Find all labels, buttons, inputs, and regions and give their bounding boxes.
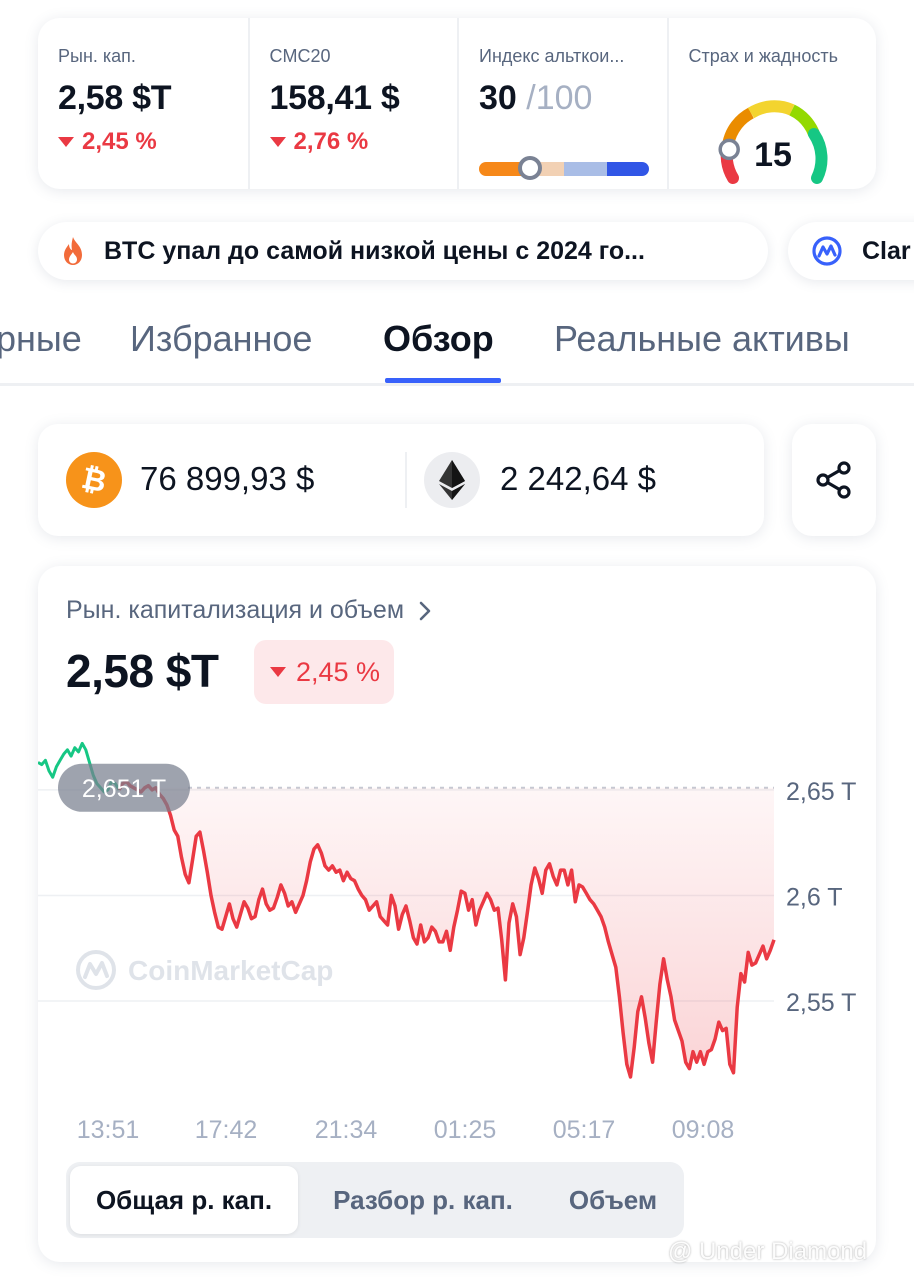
btc-price[interactable]: 76 899,93 $ (140, 460, 314, 498)
tab-partial[interactable]: рные (0, 318, 82, 360)
market-cap-change: 2,45 % (58, 128, 248, 156)
x-tick-label: 17:42 (195, 1116, 258, 1144)
coinmarketcap-icon (812, 236, 842, 266)
market-stats-card: Рын. кап. 2,58 $T 2,45 % CMC20 158,41 $ … (38, 18, 876, 189)
altcoin-index-bar (479, 162, 649, 176)
coinmarketcap-watermark: CoinMarketCap (76, 950, 333, 990)
news-pill-btc[interactable]: BTC упал до самой низкой цены с 2024 го.… (38, 222, 768, 280)
news-pill-next[interactable]: Clar (788, 222, 914, 280)
fear-greed-needle (717, 138, 740, 161)
fear-greed-value: 15 (754, 136, 792, 174)
altcoin-index-max: /100 (526, 79, 593, 117)
fear-greed-gauge: 15 (717, 100, 828, 184)
market-cap-chart-card: Рын. капитализация и объем 2,58 $T 2,45 … (38, 566, 876, 1262)
share-button[interactable] (792, 424, 876, 536)
cmc20-stat[interactable]: CMC20 158,41 $ 2,76 % (247, 18, 458, 189)
top-coins-prices: ₿ 76 899,93 $ 2 242,64 $ (38, 424, 764, 536)
ethereum-icon (424, 452, 480, 508)
x-tick-label: 05:17 (553, 1116, 616, 1144)
market-cap-value: 2,58 $T (58, 79, 172, 117)
share-icon (816, 461, 851, 499)
price-divider (405, 452, 407, 508)
x-tick-label: 13:51 (77, 1116, 140, 1144)
down-triangle-icon (269, 137, 286, 147)
market-cap-label: Рын. кап. (58, 46, 136, 66)
x-tick-label: 01:25 (434, 1116, 497, 1144)
market-cap-change-value: 2,45 % (82, 128, 157, 155)
altcoin-index-stat[interactable]: Индекс альткои... 30 /100 (457, 18, 667, 189)
fire-icon (64, 237, 82, 265)
cmc20-label: CMC20 (269, 46, 331, 66)
reference-label: 2,651 T (82, 775, 166, 803)
segment-total-cap[interactable]: Общая р. кап. (70, 1166, 298, 1234)
market-cap-stat[interactable]: Рын. кап. 2,58 $T 2,45 % (38, 18, 248, 189)
y-tick-label: 2,65 T (786, 778, 856, 806)
segment-volume[interactable]: Объем (548, 1166, 678, 1234)
cmc20-value: 158,41 $ (269, 79, 400, 117)
chart-segment-control: Общая р. кап. Разбор р. кап. Объем (66, 1162, 684, 1238)
x-tick-label: 21:34 (315, 1116, 378, 1144)
tab-watchlist[interactable]: Избранное (130, 318, 312, 360)
watermark: @ Under Diamond (668, 1238, 867, 1266)
altcoin-index-label: Индекс альткои... (479, 46, 625, 66)
cmc20-change-value: 2,76 % (293, 128, 369, 155)
svg-text:₿: ₿ (79, 463, 109, 497)
news-text: BTC упал до самой низкой цены с 2024 го.… (104, 236, 645, 265)
altcoin-index-knob (518, 156, 542, 180)
tab-real-assets[interactable]: Реальные активы (554, 318, 850, 360)
category-tabs: рные Избранное Обзор Реальные активы (0, 300, 914, 386)
fear-greed-label: Страх и жадность (688, 46, 838, 66)
segment-cap-breakdown[interactable]: Разбор р. кап. (298, 1166, 548, 1234)
tab-overview[interactable]: Обзор (383, 318, 494, 360)
eth-price[interactable]: 2 242,64 $ (500, 460, 656, 498)
market-cap-chart[interactable]: 2,65 T 2,6 T 2,55 T CoinMarketCap 2,651 T 13:… (38, 566, 876, 1156)
active-tab-indicator (385, 378, 501, 383)
down-triangle-icon (58, 137, 74, 147)
altcoin-index-value-row: 30 /100 (479, 79, 667, 118)
cmc20-change: 2,76 % (269, 128, 458, 156)
bitcoin-icon: ₿ (66, 452, 122, 508)
y-tick-label: 2,55 T (786, 989, 856, 1017)
news-text: Clar (862, 236, 911, 265)
altcoin-index-value: 30 (479, 79, 517, 117)
svg-text:CoinMarketCap: CoinMarketCap (128, 955, 333, 986)
y-tick-label: 2,6 T (786, 883, 843, 911)
watermark-text: @ Under Diamond (668, 1238, 868, 1265)
x-tick-label: 09:08 (672, 1116, 735, 1144)
fear-greed-stat[interactable]: Страх и жадность 15 (666, 18, 877, 189)
area-fill (119, 781, 774, 1077)
